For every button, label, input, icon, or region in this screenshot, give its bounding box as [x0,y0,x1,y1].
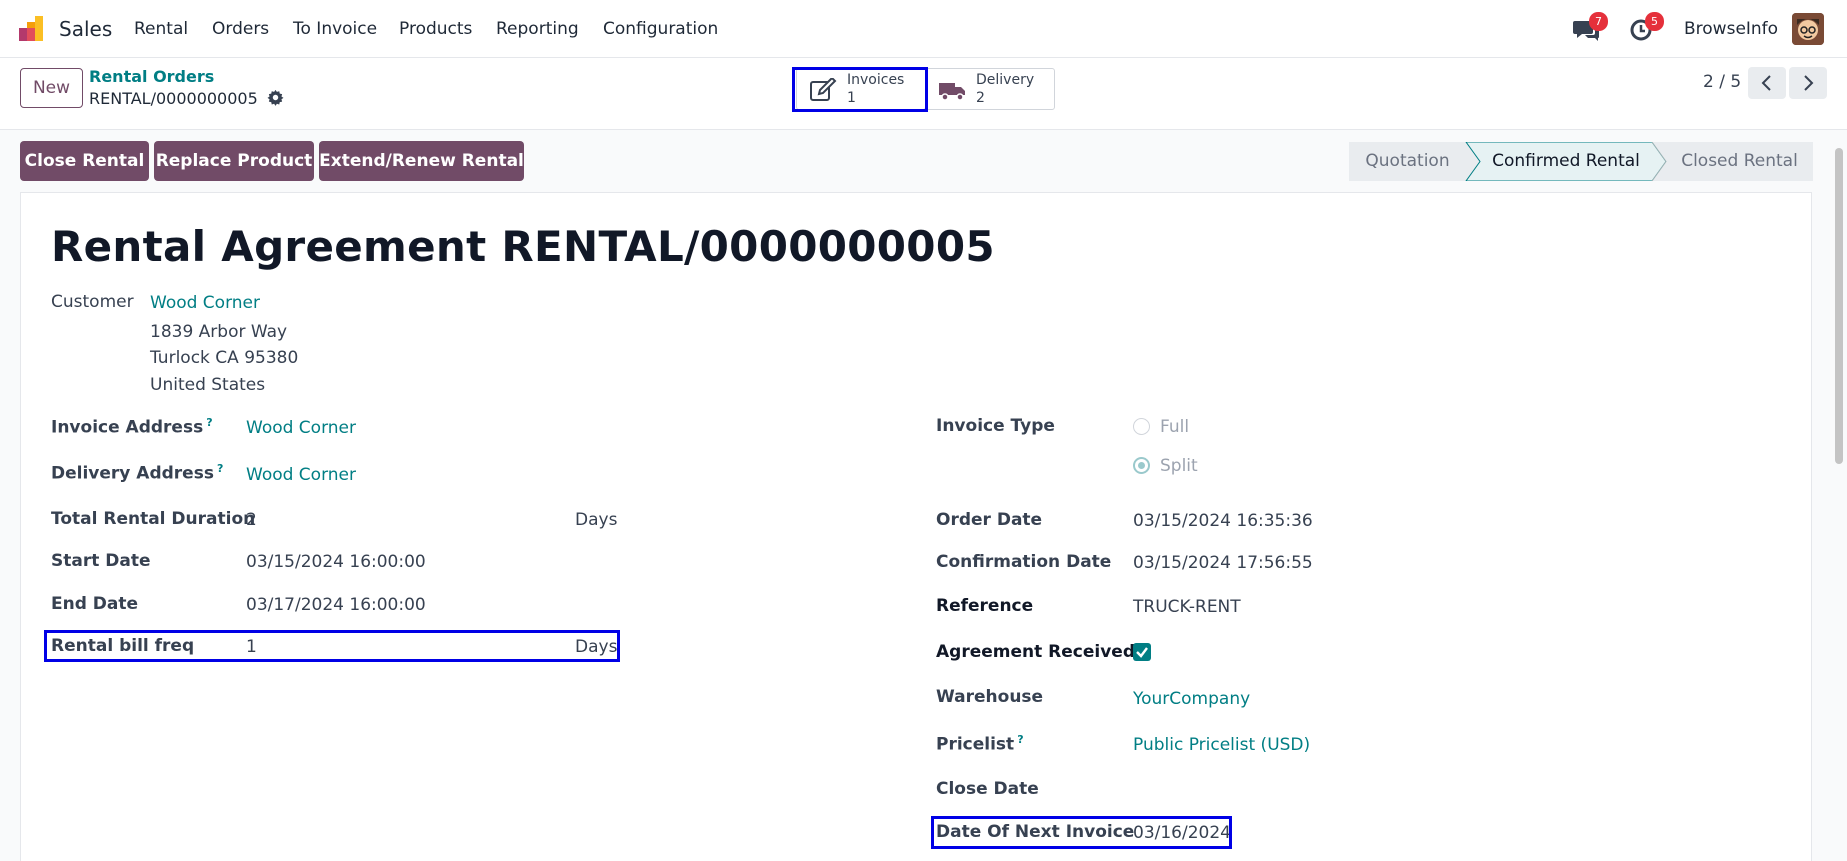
date-next-invoice-value[interactable]: 03/16/2024 [1133,823,1231,843]
new-button[interactable]: New [20,68,83,108]
chevron-left-icon [1761,75,1771,91]
pager-next-button[interactable] [1789,67,1827,99]
extend-renew-rental-button[interactable]: Extend/Renew Rental [319,141,524,181]
order-date-value[interactable]: 03/15/2024 16:35:36 [1133,511,1313,531]
breadcrumb-rental-orders[interactable]: Rental Orders [89,67,214,86]
page-scrollbar-thumb[interactable] [1835,148,1843,464]
page-title: Rental Agreement RENTAL/0000000005 [51,222,995,271]
rental-bill-freq-label: Rental bill freq [51,636,195,656]
replace-product-button[interactable]: Replace Product [154,141,314,181]
pricelist-link[interactable]: Public Pricelist (USD) [1133,735,1310,755]
invoices-label: Invoices [847,72,905,88]
reference-value[interactable]: TRUCK-RENT [1133,597,1241,617]
menu-configuration[interactable]: Configuration [603,19,718,39]
customer-address-line2: Turlock CA 95380 [150,348,299,368]
truck-icon [939,83,965,101]
delivery-label: Delivery [976,72,1035,88]
breadcrumb-current: RENTAL/0000000005 [89,89,258,108]
sales-app-logo[interactable] [18,14,48,44]
invoices-smart-button[interactable]: Invoices 1 [796,68,926,110]
pricelist-label-text: Pricelist [936,734,1015,755]
agreement-received-checkbox[interactable] [1133,643,1151,661]
invoice-address-link[interactable]: Wood Corner [246,418,356,438]
menu-products[interactable]: Products [399,19,472,39]
chevron-right-icon [1804,75,1814,91]
end-date-label: End Date [51,594,139,614]
close-date-label: Close Date [936,779,1039,799]
delivery-smart-button[interactable]: Delivery 2 [925,68,1055,110]
start-date-label: Start Date [51,551,151,571]
confirmation-date-label: Confirmation Date [936,552,1112,572]
invoice-type-split-label[interactable]: Split [1160,456,1198,476]
delivery-count: 2 [976,90,985,106]
delivery-address-label-text: Delivery Address [51,463,214,484]
total-rental-duration-label: Total Rental Duration [51,509,256,529]
warehouse-label: Warehouse [936,687,1044,707]
edit-icon [810,78,837,101]
top-navbar: Sales Rental Orders To Invoice Products … [0,0,1847,58]
company-switcher[interactable]: BrowseInfo [1684,19,1778,39]
invoice-type-full-radio[interactable] [1133,418,1150,435]
pager-previous-button[interactable] [1748,67,1786,99]
pager-value[interactable]: 2 / 5 [1703,72,1741,92]
help-marker[interactable]: ? [217,462,223,475]
help-marker[interactable]: ? [206,416,212,429]
delivery-address-link[interactable]: Wood Corner [246,465,356,485]
customer-address-line1: 1839 Arbor Way [150,322,288,342]
invoice-type-label: Invoice Type [936,416,1055,436]
rental-bill-freq-unit: Days [575,637,618,657]
order-date-label: Order Date [936,510,1043,530]
control-panel: New Rental Orders RENTAL/0000000005 Invo… [0,58,1847,130]
start-date-value[interactable]: 03/15/2024 16:00:00 [246,552,426,572]
invoice-type-split-radio[interactable] [1133,457,1150,474]
user-avatar[interactable] [1792,13,1824,45]
help-marker[interactable]: ? [1017,733,1023,746]
delivery-address-label: Delivery Address? [51,462,223,484]
invoices-count: 1 [847,90,856,106]
gear-icon[interactable] [267,89,284,106]
reference-label: Reference [936,596,1034,616]
stage-confirmed-rental[interactable]: Confirmed Rental [1480,142,1652,181]
agreement-received-label: Agreement Received? [936,642,1145,662]
end-date-value[interactable]: 03/17/2024 16:00:00 [246,595,426,615]
checkmark-icon [1136,647,1148,658]
total-rental-duration-unit: Days [575,510,618,530]
menu-to-invoice[interactable]: To Invoice [293,19,377,39]
menu-orders[interactable]: Orders [212,19,269,39]
customer-label: Customer [51,292,134,312]
warehouse-link[interactable]: YourCompany [1133,689,1250,709]
pricelist-label: Pricelist? [936,733,1024,755]
form-sheet [20,192,1812,861]
activities-badge: 5 [1645,12,1664,31]
invoice-type-full-label[interactable]: Full [1160,417,1189,437]
menu-rental[interactable]: Rental [134,19,188,39]
date-next-invoice-label: Date Of Next Invoice [936,822,1135,842]
customer-name-link[interactable]: Wood Corner [150,293,260,313]
invoice-address-label-text: Invoice Address [51,417,204,438]
close-rental-button[interactable]: Close Rental [20,141,149,181]
rental-bill-freq-value[interactable]: 1 [246,637,257,657]
confirmation-date-value[interactable]: 03/15/2024 17:56:55 [1133,553,1313,573]
total-rental-duration-value[interactable]: 2 [246,510,257,530]
stage-closed-rental[interactable]: Closed Rental [1666,142,1813,181]
invoice-address-label: Invoice Address? [51,416,213,438]
messages-badge: 7 [1589,12,1608,31]
customer-address-line3: United States [150,375,266,395]
app-name[interactable]: Sales [59,17,112,41]
stage-quotation[interactable]: Quotation [1349,142,1466,181]
menu-reporting[interactable]: Reporting [496,19,579,39]
